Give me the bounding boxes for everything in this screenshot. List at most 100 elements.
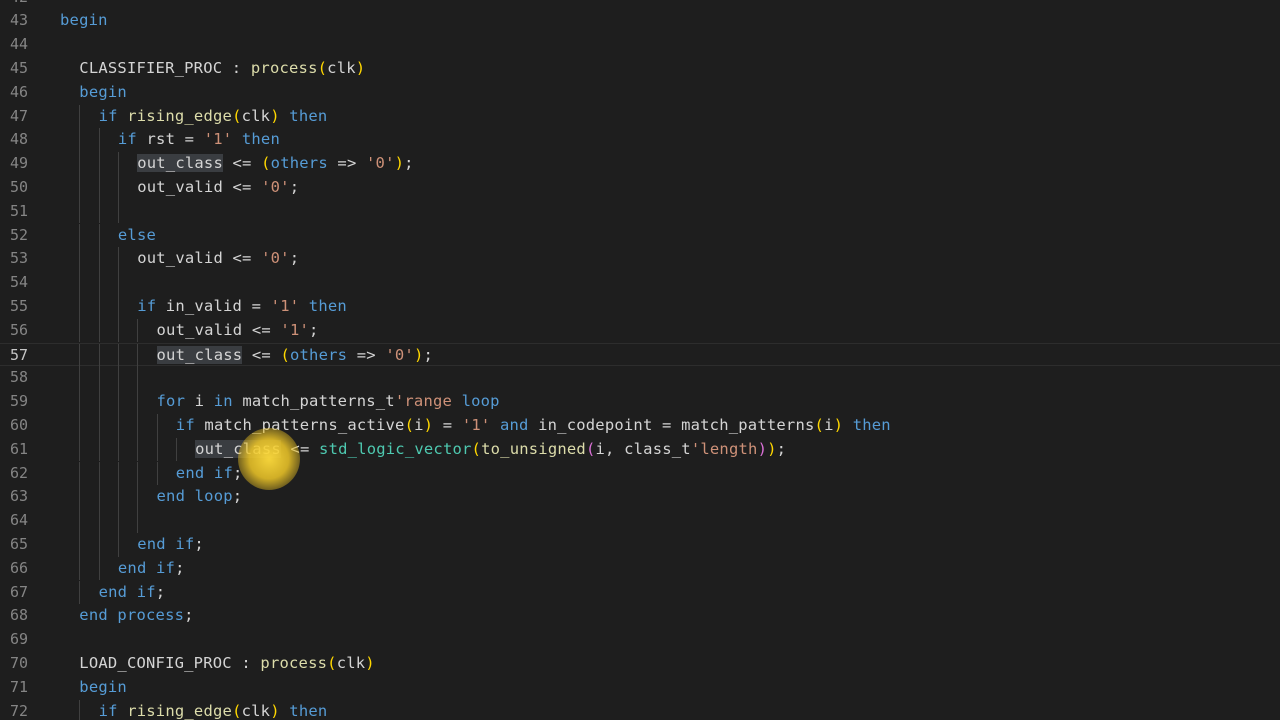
code-token: ; — [289, 177, 300, 196]
code-token: end if — [137, 534, 195, 553]
code-token: in — [213, 392, 243, 411]
code-token: then — [279, 106, 328, 125]
line-number: 57 — [9, 345, 28, 364]
indent-guide — [98, 199, 100, 224]
code-line[interactable]: 52 else — [0, 223, 1280, 248]
code-token: ) — [365, 653, 375, 672]
indent-guide — [98, 271, 100, 295]
code-line[interactable]: 71 begin — [0, 676, 1280, 700]
code-line[interactable]: 50 out_valid <= '0'; — [0, 175, 1280, 200]
code-token: ( — [232, 701, 242, 720]
code-token: ( — [585, 439, 596, 458]
code-token: ( — [404, 415, 415, 434]
indent-guide — [79, 390, 81, 414]
line-number: 67 — [9, 582, 28, 601]
code-token: ; — [184, 606, 194, 625]
line-number: 58 — [9, 368, 28, 387]
code-line[interactable]: 58 — [0, 366, 1280, 391]
line-number: 69 — [9, 630, 28, 649]
code-token: then — [843, 415, 891, 434]
code-token: if — [175, 415, 205, 434]
code-token: 'range — [394, 392, 453, 411]
code-line[interactable]: 45 CLASSIFIER_PROC : process(clk) — [0, 57, 1280, 81]
code-line[interactable]: 56 out_valid <= '1'; — [0, 318, 1280, 343]
indent-guide — [117, 461, 119, 486]
code-line[interactable]: 44 — [0, 33, 1280, 57]
indent-guide — [98, 152, 100, 176]
code-line[interactable]: 46 begin — [0, 81, 1280, 105]
code-token: in_codepoint = match_patterns — [538, 415, 815, 434]
code-line[interactable]: 67 end if; — [0, 580, 1280, 605]
indent-guide — [79, 485, 81, 510]
code-token: i — [414, 415, 424, 434]
code-line[interactable]: 47 if rising_edge(clk) then — [0, 104, 1280, 129]
code-line[interactable]: 42 — [0, 0, 1280, 9]
indent-guide — [98, 175, 100, 200]
code-line[interactable]: 57 out_class <= (others => '0'); — [0, 342, 1280, 368]
code-text: end if; — [99, 581, 166, 605]
code-text: out_class <= (others => '0'); — [156, 344, 434, 368]
code-editor[interactable]: 4243begin4445CLASSIFIER_PROC : process(c… — [0, 0, 1280, 720]
line-number: 62 — [9, 463, 28, 482]
indent-guide — [98, 437, 100, 462]
code-token: for — [156, 392, 195, 411]
code-token: begin — [79, 677, 127, 696]
code-token: ) — [423, 415, 434, 434]
line-number: 55 — [9, 296, 28, 315]
code-line[interactable]: 48 if rst = '1' then — [0, 128, 1280, 153]
code-line[interactable]: 54 — [0, 271, 1280, 295]
code-line[interactable]: 43 begin — [0, 9, 1280, 33]
indent-guide — [117, 247, 119, 272]
line-number: 53 — [9, 249, 28, 268]
indent-guide — [79, 318, 81, 343]
code-line[interactable]: 64 — [0, 509, 1280, 533]
indent-guide — [79, 699, 81, 720]
code-line[interactable]: 65 end if; — [0, 532, 1280, 557]
code-line[interactable]: 63 end loop; — [0, 485, 1280, 510]
line-number: 60 — [9, 415, 28, 434]
code-line[interactable]: 70 LOAD_CONFIG_PROC : process(clk) — [0, 652, 1280, 676]
code-text: end loop; — [157, 485, 243, 509]
indent-guide — [79, 104, 81, 129]
code-token: ( — [317, 58, 328, 77]
code-token: rst = — [146, 130, 204, 149]
line-number: 45 — [9, 58, 28, 77]
code-token: ; — [404, 154, 414, 173]
code-line[interactable]: 55 if in_valid = '1' then — [0, 294, 1280, 319]
code-text: begin — [79, 676, 127, 700]
code-line[interactable]: 53 out_valid <= '0'; — [0, 247, 1280, 272]
code-token: LOAD_CONFIG_PROC : — [79, 653, 261, 672]
code-line[interactable]: 62 end if; — [0, 461, 1280, 486]
code-token: if — [117, 130, 147, 149]
code-token: others — [289, 345, 348, 364]
line-number: 50 — [9, 177, 28, 196]
code-line[interactable]: 61 out_class <= std_logic_vector(to_unsig… — [0, 437, 1280, 462]
code-token: => — [327, 154, 367, 173]
code-token: out_valid <= — [137, 249, 262, 268]
code-token: = — [433, 415, 462, 434]
indent-guide — [98, 128, 100, 153]
code-text: end if; — [137, 533, 204, 557]
indent-guide — [137, 318, 139, 343]
line-number: 51 — [9, 201, 28, 220]
code-token: out_class — [137, 154, 223, 173]
indent-guide — [117, 532, 119, 557]
line-number: 44 — [9, 35, 28, 54]
indent-guide — [117, 175, 119, 200]
code-line[interactable]: 69 — [0, 628, 1280, 652]
code-line[interactable]: 51 — [0, 199, 1280, 224]
line-number: 43 — [9, 11, 28, 30]
code-line[interactable]: 72 if rising_edge(clk) then — [0, 699, 1280, 720]
line-number: 48 — [9, 130, 28, 149]
code-line[interactable]: 60 if match_patterns_active(i) = '1' and … — [0, 413, 1280, 438]
indent-guide — [117, 294, 119, 319]
code-token: ; — [289, 249, 300, 268]
code-text: begin — [79, 81, 127, 105]
code-line[interactable]: 68 end process; — [0, 604, 1280, 628]
code-line[interactable]: 66 end if; — [0, 556, 1280, 581]
code-token: rising_edge — [127, 701, 233, 720]
code-line[interactable]: 59 for i in match_patterns_t'range loop — [0, 390, 1280, 414]
indent-guide — [137, 390, 139, 414]
code-line[interactable]: 49 out_class <= (others => '0'); — [0, 152, 1280, 176]
indent-guide — [137, 485, 139, 510]
